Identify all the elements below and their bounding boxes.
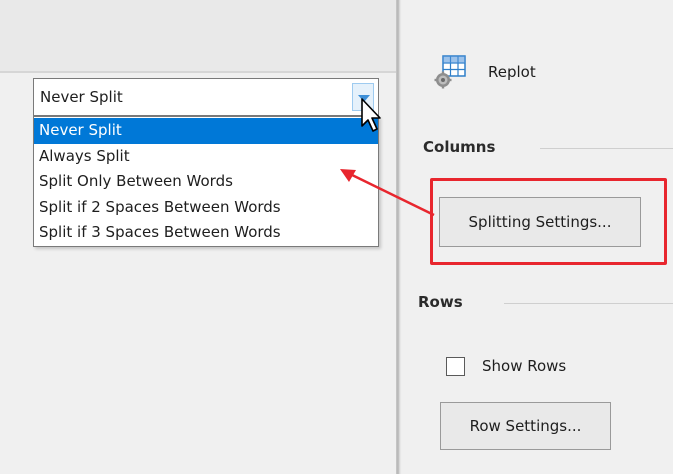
replot-label: Replot xyxy=(488,63,536,81)
split-options-dropdown: Never Split Always Split Split Only Betw… xyxy=(33,116,379,247)
splitting-settings-button[interactable]: Splitting Settings... xyxy=(439,197,641,247)
column-split-combobox[interactable]: Never Split xyxy=(33,78,379,116)
dropdown-option-split-2-spaces[interactable]: Split if 2 Spaces Between Words xyxy=(34,195,378,221)
splitting-settings-label: Splitting Settings... xyxy=(468,213,612,231)
replot-button[interactable]: Replot xyxy=(434,54,554,94)
rows-section-header: Rows xyxy=(418,293,463,311)
annotation-arrow xyxy=(340,169,435,217)
grid-gear-icon xyxy=(434,55,466,89)
columns-section-rule xyxy=(540,148,673,149)
show-rows-label: Show Rows xyxy=(482,357,567,375)
show-rows-checkbox[interactable] xyxy=(446,357,465,376)
mouse-pointer-icon xyxy=(361,98,381,132)
dropdown-option-always-split[interactable]: Always Split xyxy=(34,144,378,170)
row-settings-label: Row Settings... xyxy=(469,417,582,435)
rows-section-rule xyxy=(504,303,673,304)
left-pane: Never Split Never Split Always Split Spl… xyxy=(0,0,400,474)
left-divider xyxy=(0,71,398,73)
combobox-value: Never Split xyxy=(40,88,123,106)
right-pane: Replot Columns Splitting Settings... Row… xyxy=(402,0,673,474)
dropdown-option-split-between-words[interactable]: Split Only Between Words xyxy=(34,169,378,195)
dropdown-option-split-3-spaces[interactable]: Split if 3 Spaces Between Words xyxy=(34,220,378,246)
row-settings-button[interactable]: Row Settings... xyxy=(440,402,611,450)
dropdown-option-never-split[interactable]: Never Split xyxy=(34,118,378,144)
columns-section-header: Columns xyxy=(423,138,496,156)
left-top-band xyxy=(0,0,398,72)
